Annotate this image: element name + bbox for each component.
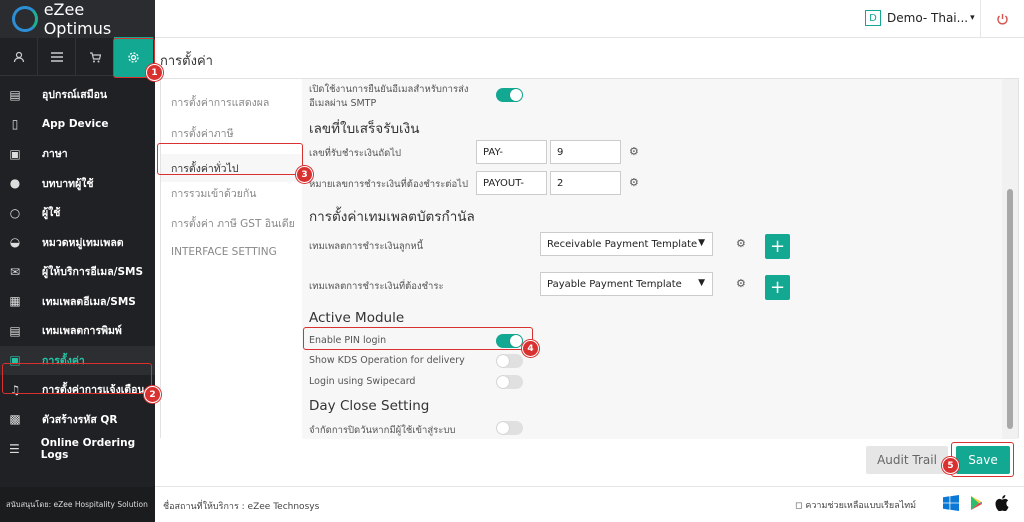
property-name: Demo- Thai... — [887, 11, 969, 25]
template-section-title: การตั้งค่าเทมเพลตบัตรกำนัล — [309, 209, 475, 225]
property-badge: D — [865, 10, 881, 26]
annotation-badge-4: 4 — [522, 340, 539, 357]
sidebar-menu: ▤ อุปกรณ์เสมือน ▯ App Device ▣ ภาษา ● บทบาทผ… — [0, 80, 155, 464]
mail-icon: ✉ — [9, 264, 21, 279]
power-icon[interactable] — [980, 0, 1024, 38]
next-receipt-number-input[interactable]: 9 — [550, 140, 621, 164]
sidebar-item-online-ordering-logs[interactable]: ☰ Online Ordering Logs — [0, 434, 155, 464]
sidebar: eZee Optimus ▤ อุปกรณ์เสมือน ▯ App Device … — [0, 0, 155, 522]
tab-integration[interactable]: การรวมเข้าด้วยกัน — [171, 185, 256, 202]
settings-panel: การตั้งค่าการแสดงผล การตั้งค่าภาษี การตั… — [160, 78, 1019, 439]
inbox-icon: ◒ — [9, 235, 21, 250]
sidebar-item-email-provider[interactable]: ✉ ผู้ให้บริการอีเมล/SMS — [0, 257, 155, 287]
calendar-icon: ▦ — [9, 294, 21, 309]
tab-interface-setting[interactable]: INTERFACE SETTING — [171, 246, 277, 258]
user-role-icon: ● — [9, 176, 21, 191]
highlight-general-tab — [157, 143, 303, 175]
audit-trail-button[interactable]: Audit Trail — [866, 446, 948, 474]
property-selector[interactable]: D Demo- Thai... ▾ — [865, 10, 975, 26]
highlight-enable-pin — [303, 327, 533, 350]
sidebar-item-qr-generator[interactable]: ▩ ตัวสร้างรหัส QR — [0, 405, 155, 435]
settings-content: เปิดใช้งานการยืนยันอีเมลสำหรับการส่ง อีเ… — [302, 79, 1004, 439]
next-payout-number-input[interactable]: 2 — [550, 171, 621, 195]
annotation-badge-3: 3 — [296, 166, 313, 183]
menu-icon[interactable] — [38, 38, 76, 76]
highlight-save-button — [951, 442, 1014, 477]
highlight-settings-item — [2, 363, 152, 394]
next-receipt-label: เลขที่รับชำระเงินถัดไป — [309, 148, 402, 159]
show-kds-toggle[interactable] — [496, 354, 523, 368]
logo-text: eZee Optimus — [43, 0, 112, 38]
next-payout-label: หมายเลขการชำระเงินที่ต้องชำระต่อไป — [309, 179, 468, 190]
ezee-logo-icon — [12, 6, 38, 32]
tab-gst-india[interactable]: การตั้งค่า ภาษี GST อินเดีย — [171, 215, 295, 232]
top-header: D Demo- Thai... ▾ — [155, 0, 1024, 38]
login-swipecard-toggle[interactable] — [496, 375, 523, 389]
tab-tax-settings[interactable]: การตั้งค่าภาษี — [171, 125, 234, 142]
cart-icon[interactable] — [76, 38, 114, 76]
scroll-thumb[interactable] — [1007, 189, 1013, 429]
user-icon: ○ — [9, 205, 21, 220]
receipt-section-title: เลขที่ใบเสร็จรับเงิน — [309, 121, 420, 137]
tablet-icon: ▯ — [11, 117, 19, 132]
sidebar-item-virtual-device[interactable]: ▤ อุปกรณ์เสมือน — [0, 80, 155, 110]
gear-icon[interactable]: ⚙ — [736, 277, 746, 290]
google-play-icon[interactable] — [969, 495, 985, 515]
language-icon: ▣ — [9, 146, 21, 161]
day-close-title: Day Close Setting — [309, 398, 430, 414]
annotation-badge-5: 5 — [942, 457, 959, 474]
apple-icon[interactable] — [995, 495, 1009, 515]
sidebar-item-user-role[interactable]: ● บทบาทผู้ใช้ — [0, 169, 155, 199]
gear-icon[interactable]: ⚙ — [629, 145, 639, 158]
day-close-label: จำกัดการปิดวันหากมีผู้ใช้เข้าสู่ระบบ — [309, 425, 456, 436]
logo: eZee Optimus — [0, 0, 155, 38]
qr-icon: ▩ — [9, 412, 21, 427]
show-kds-label: Show KDS Operation for delivery — [309, 355, 465, 366]
chat-icon: ◻ — [795, 501, 803, 511]
day-close-toggle[interactable] — [496, 421, 523, 435]
user-icon[interactable] — [0, 38, 38, 76]
receivable-template-label: เทมเพลตการชำระเงินลูกหนี้ — [309, 241, 424, 252]
print-template-icon: ▤ — [9, 323, 21, 338]
chevron-down-icon: ▾ — [970, 13, 975, 23]
realtime-help[interactable]: ◻ ความช่วยเหลือแบบเรียลไทม์ — [795, 498, 916, 512]
annotation-badge-2: 2 — [144, 386, 161, 403]
sidebar-item-user[interactable]: ○ ผู้ใช้ — [0, 198, 155, 228]
provider-name: ชื่อสถานที่ให้บริการ : eZee Technosys — [163, 502, 320, 512]
terminal-icon: ▤ — [9, 87, 21, 102]
add-receivable-template-button[interactable]: + — [765, 234, 790, 259]
sidebar-item-app-device[interactable]: ▯ App Device — [0, 110, 155, 140]
smtp-toggle[interactable] — [496, 88, 523, 102]
active-module-title: Active Module — [309, 310, 405, 326]
payable-template-label: เทมเพลตการชำระเงินที่ต้องชำระ — [309, 281, 444, 292]
chevron-down-icon: ▼ — [698, 238, 705, 248]
add-payable-template-button[interactable]: + — [765, 275, 790, 300]
sidebar-footer: สนับสนุนโดย: eZee Hospitality Solution — [0, 487, 155, 522]
settings-tabs: การตั้งค่าการแสดงผล การตั้งค่าภาษี การตั… — [161, 79, 302, 439]
payable-template-select[interactable]: Payable Payment Template ▼ — [540, 272, 713, 296]
login-swipecard-label: Login using Swipecard — [309, 376, 416, 387]
gear-icon[interactable]: ⚙ — [629, 176, 639, 189]
page-title: การตั้งค่า — [160, 54, 213, 69]
next-receipt-prefix-input[interactable]: PAY- — [476, 140, 547, 164]
next-payout-prefix-input[interactable]: PAYOUT- — [476, 171, 547, 195]
windows-icon[interactable] — [943, 495, 959, 515]
scrollbar[interactable] — [1002, 79, 1018, 439]
bottom-bar: ชื่อสถานที่ให้บริการ : eZee Technosys ◻ … — [155, 486, 1024, 522]
tab-display-settings[interactable]: การตั้งค่าการแสดงผล — [171, 94, 269, 111]
gear-icon[interactable]: ⚙ — [736, 237, 746, 250]
chevron-down-icon: ▼ — [698, 278, 705, 288]
smtp-label-cont: อีเมลผ่าน SMTP — [309, 98, 377, 109]
sidebar-item-language[interactable]: ▣ ภาษา — [0, 139, 155, 169]
sidebar-item-email-template[interactable]: ▦ เทมเพลตอีเมล/SMS — [0, 287, 155, 317]
sidebar-item-print-template[interactable]: ▤ เทมเพลตการพิมพ์ — [0, 316, 155, 346]
receivable-template-select[interactable]: Receivable Payment Template ▼ — [540, 232, 713, 256]
list-icon: ☰ — [8, 441, 20, 456]
annotation-badge-1: 1 — [146, 64, 163, 81]
smtp-label: เปิดใช้งานการยืนยันอีเมลสำหรับการส่ง — [309, 84, 469, 95]
sidebar-item-template-category[interactable]: ◒ หมวดหมู่เทมเพลต — [0, 228, 155, 258]
